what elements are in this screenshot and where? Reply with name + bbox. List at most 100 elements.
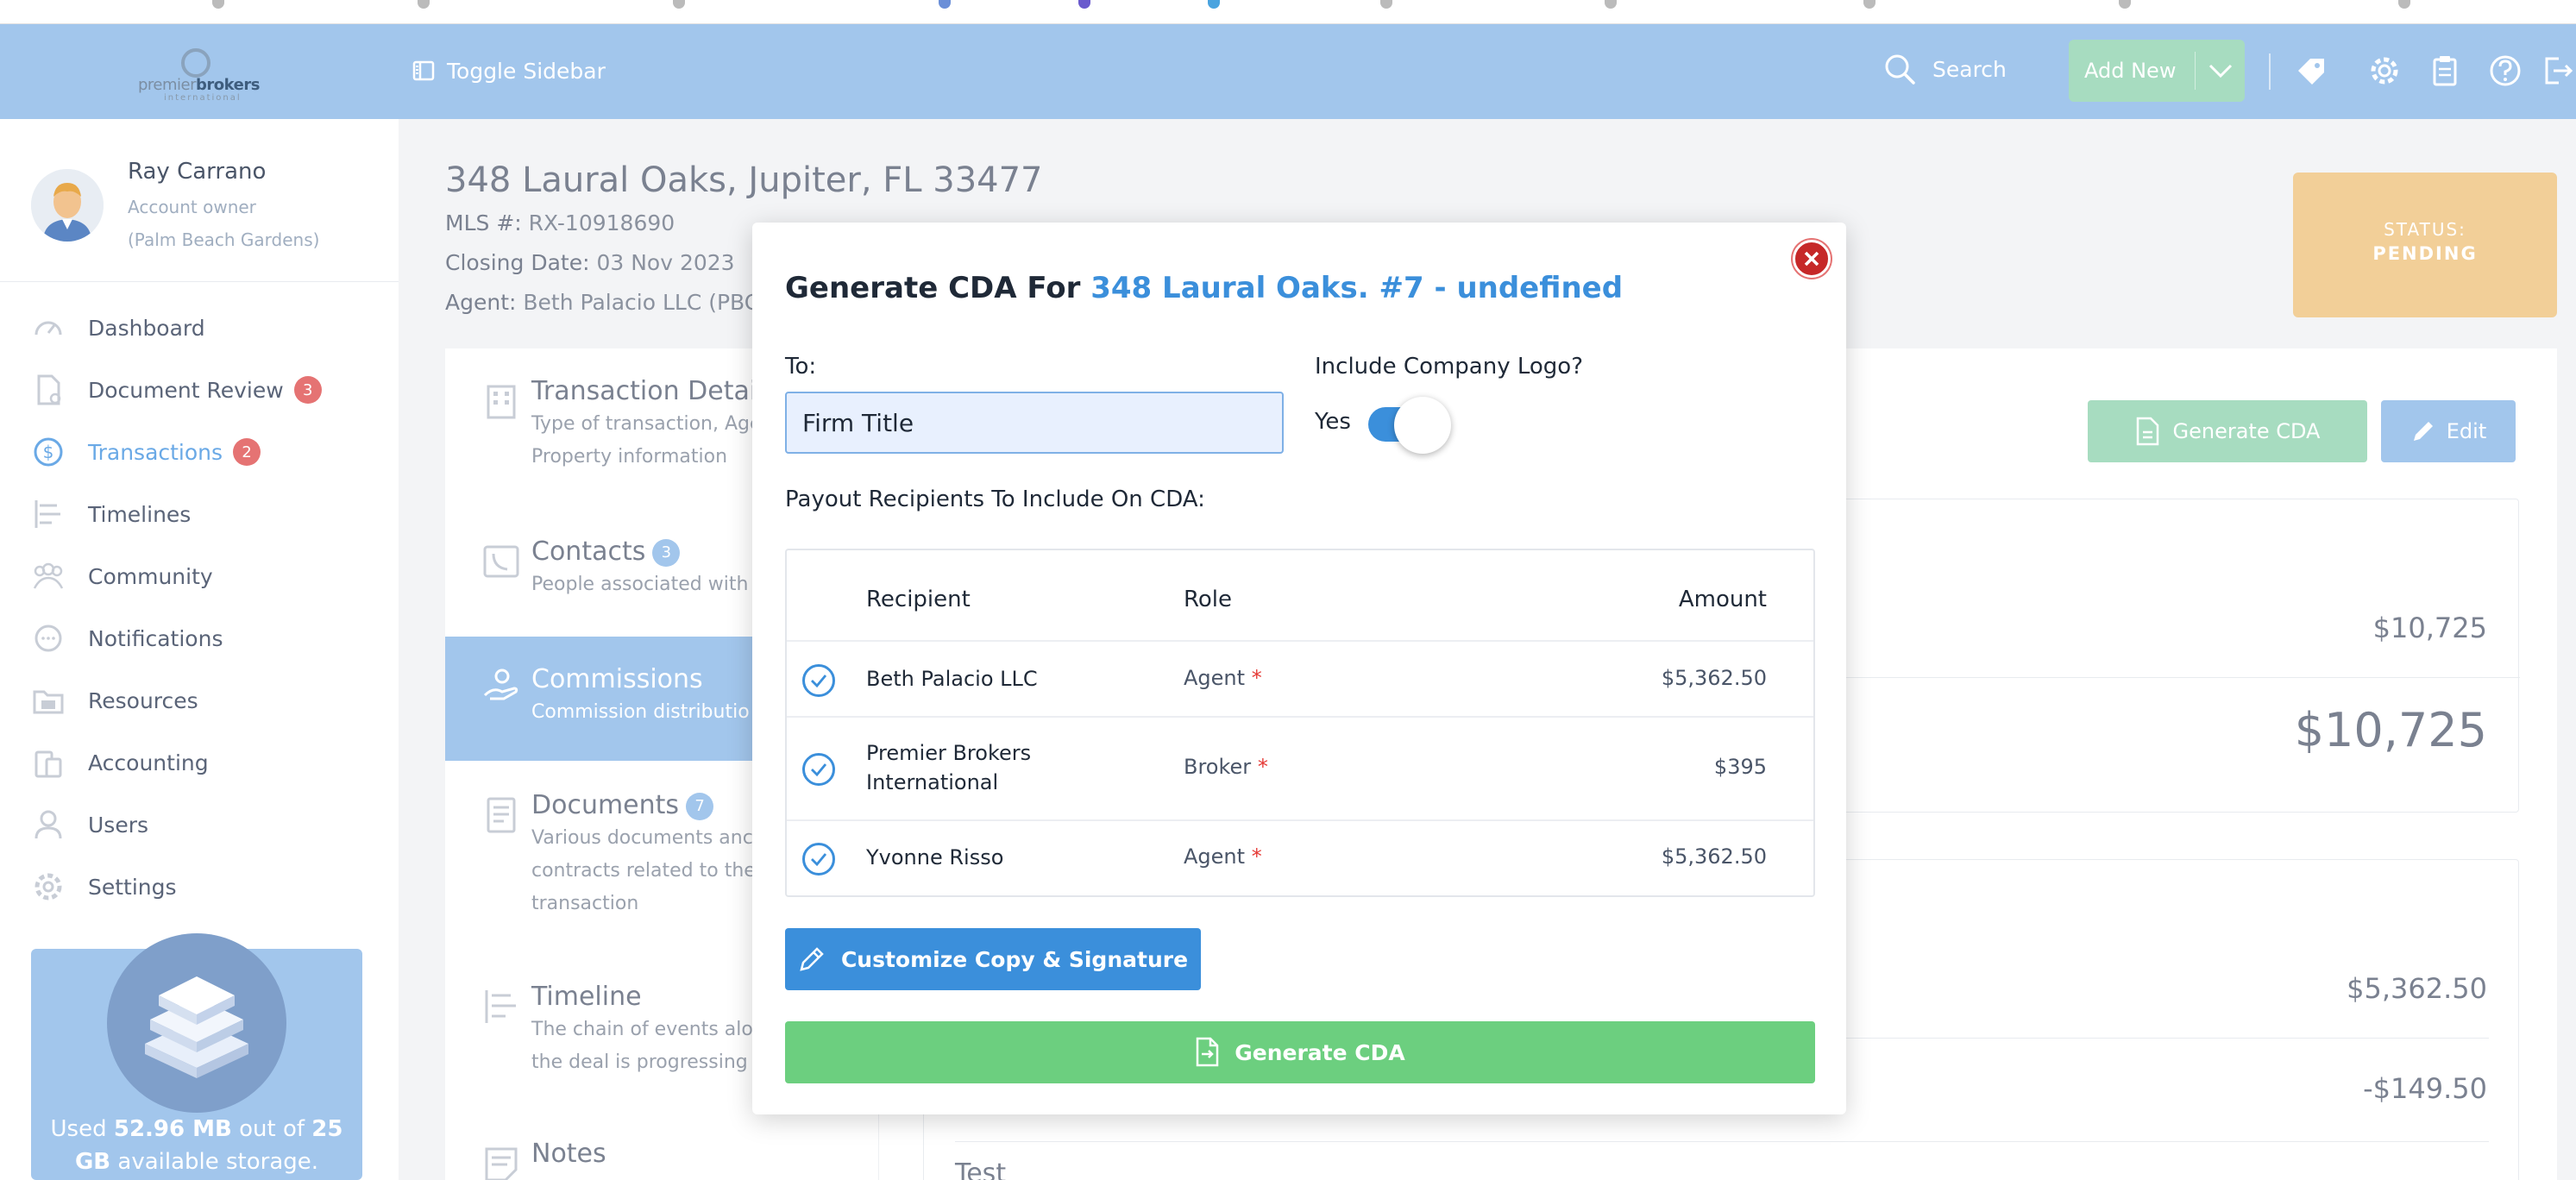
bookmark-icon[interactable]	[2398, 0, 2410, 9]
search-icon	[1885, 54, 1915, 85]
recipient-amount: $395	[1713, 755, 1767, 779]
user-icon	[31, 807, 66, 842]
subnav-title: Notes	[531, 1139, 606, 1169]
folder-icon	[31, 683, 66, 718]
toggle-sidebar-button[interactable]: Toggle Sidebar	[412, 53, 606, 88]
sidebar-item-users[interactable]: Users	[31, 803, 148, 846]
bookmark-icon[interactable]	[1863, 0, 1875, 9]
toggle-knob[interactable]	[1394, 397, 1451, 454]
tab-notes[interactable]: Notes	[445, 1139, 878, 1180]
bookmark-icon[interactable]	[939, 0, 951, 9]
count-badge: 3	[293, 376, 322, 404]
sidebar-item-accounting[interactable]: Accounting	[31, 741, 209, 784]
sidebar-item-label: Timelines	[88, 501, 192, 527]
generate-cda-label: Generate CDA	[2172, 419, 2321, 443]
closing-date: Closing Date: 03 Nov 2023	[445, 250, 735, 275]
to-label: To:	[785, 354, 817, 380]
recipient-amount: $5,362.50	[1661, 844, 1767, 869]
bookmark-icon[interactable]	[1208, 0, 1220, 9]
add-new-label: Add New	[2084, 59, 2177, 83]
firm-title-input[interactable]	[785, 392, 1284, 454]
sidebar-item-transactions[interactable]: $ Transactions 2	[31, 430, 261, 474]
recipient-name: Premier Brokers International	[866, 741, 1032, 794]
recipient-role: Broker *	[1184, 755, 1268, 779]
generate-cda-button[interactable]: Generate CDA	[2088, 400, 2367, 462]
sidebar-item-community[interactable]: Community	[31, 555, 213, 598]
column-header-amount: Amount	[1678, 587, 1767, 612]
customize-label: Customize Copy & Signature	[840, 946, 1189, 972]
timeline-icon	[31, 497, 66, 531]
sidebar-item-timelines[interactable]: Timelines	[31, 493, 191, 536]
sidebar-item-label: Dashboard	[88, 315, 205, 341]
company-logo[interactable]: premierbrokers international	[129, 48, 267, 105]
tag-icon[interactable]	[2293, 53, 2328, 88]
user-role: Account owner	[128, 197, 256, 217]
total-amount-value: $10,725	[2294, 703, 2487, 757]
bookmark-icon[interactable]	[1078, 0, 1090, 9]
chevron-down-icon[interactable]	[2207, 57, 2234, 85]
close-button[interactable]	[1793, 240, 1831, 278]
bookmark-icon[interactable]	[1605, 0, 1617, 9]
sidebar-item-dashboard[interactable]: Dashboard	[31, 306, 205, 349]
storage-illustration	[107, 933, 286, 1113]
bookmark-icon[interactable]	[212, 0, 224, 9]
community-icon	[31, 559, 66, 593]
recipient-role: Agent *	[1184, 844, 1262, 869]
sidebar-item-label: Community	[88, 563, 213, 589]
row-label: Test	[955, 1158, 1007, 1180]
gear-icon[interactable]	[2367, 53, 2402, 88]
toggle-sidebar-label: Toggle Sidebar	[447, 58, 606, 84]
avatar-image	[31, 169, 104, 242]
chat-icon	[31, 621, 66, 656]
agent-info: Agent: Beth Palacio LLC (PBG	[445, 290, 762, 315]
bookmark-icon[interactable]	[418, 0, 430, 9]
user-name: Ray Carrano	[128, 159, 267, 185]
customize-copy-signature-button[interactable]: Customize Copy & Signature	[785, 928, 1201, 990]
books-icon	[145, 976, 248, 1078]
modal-title: Generate CDA For 348 Laural Oaks. #7 - u…	[785, 271, 1624, 305]
hand-coin-icon	[483, 668, 518, 700]
count-badge: 3	[652, 538, 681, 567]
avatar[interactable]	[31, 169, 104, 242]
search-button[interactable]: Search	[1882, 52, 2007, 86]
amount-value: $5,362.50	[2347, 972, 2487, 1005]
clipboard-icon[interactable]	[2428, 53, 2462, 88]
help-icon[interactable]	[2488, 53, 2523, 88]
building-icon	[487, 385, 516, 419]
generate-cda-submit-button[interactable]: Generate CDA	[785, 1021, 1815, 1083]
page-title: 348 Laural Oaks, Jupiter, FL 33477	[445, 160, 1043, 200]
column-header-recipient: Recipient	[866, 587, 971, 612]
document-icon	[31, 373, 66, 407]
sidebar-item-label: Accounting	[88, 750, 209, 775]
sidebar-item-settings[interactable]: Settings	[31, 865, 177, 908]
amount-value: -$149.50	[2363, 1072, 2487, 1105]
search-label: Search	[1932, 56, 2007, 82]
dashboard-icon	[31, 311, 66, 345]
sidebar-item-label: Resources	[88, 687, 198, 713]
card-divider	[955, 1141, 2489, 1142]
recipient-role: Agent *	[1184, 666, 1262, 690]
sidebar-item-notifications[interactable]: Notifications	[31, 617, 223, 660]
bookmark-icon[interactable]	[673, 0, 685, 9]
modal-title-highlight: 348 Laural Oaks. #7 - undefined	[1090, 271, 1624, 305]
payout-recipients-label: Payout Recipients To Include On CDA:	[785, 486, 1205, 512]
logo-text: premierbrokers	[138, 76, 260, 94]
bookmark-icon[interactable]	[2119, 0, 2131, 9]
add-new-button[interactable]: Add New	[2069, 40, 2245, 102]
toggle-yes-label: Yes	[1315, 409, 1351, 435]
recipient-checkbox[interactable]	[802, 843, 835, 876]
recipient-checkbox[interactable]	[802, 753, 835, 786]
recipient-checkbox[interactable]	[802, 664, 835, 697]
sidebar-item-document-review[interactable]: Document Review 3	[31, 368, 322, 411]
timeline-icon	[485, 990, 516, 1023]
logout-icon[interactable]	[2541, 53, 2573, 88]
phone-icon	[483, 545, 519, 578]
column-header-role: Role	[1184, 587, 1233, 612]
edit-button[interactable]: Edit	[2381, 400, 2516, 462]
bookmark-icon[interactable]	[1380, 0, 1392, 9]
status-value: PENDING	[2372, 243, 2478, 264]
count-badge: 7	[686, 792, 714, 820]
logo-subtext: international	[164, 93, 242, 103]
sidebar-item-resources[interactable]: Resources	[31, 679, 198, 722]
close-icon	[1804, 251, 1819, 267]
